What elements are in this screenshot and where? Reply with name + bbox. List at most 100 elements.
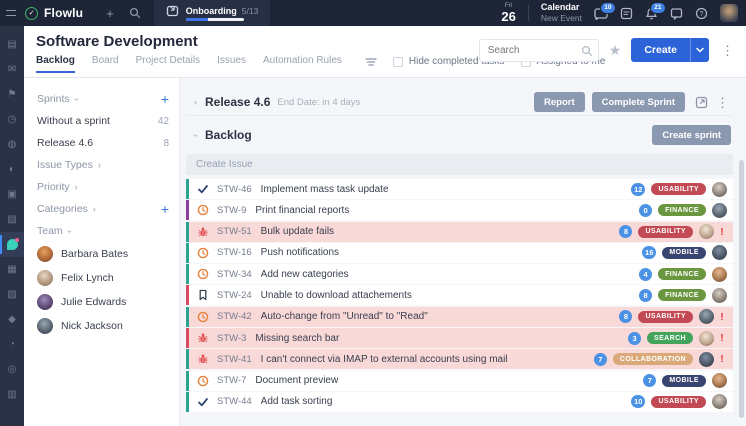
issue-title[interactable]: Bulk update fails (261, 226, 620, 237)
assignee-avatar[interactable] (712, 245, 727, 260)
issue-row-stw-42[interactable]: STW-42Auto-change from "Unread" to "Read… (186, 307, 733, 327)
issue-types-section-toggle[interactable]: Issue Types› (37, 159, 101, 171)
header-more-menu[interactable]: ⋮ (719, 42, 736, 59)
issue-row-stw-34[interactable]: STW-34Add new categories4FINANCE (186, 264, 733, 284)
category-tag[interactable]: MOBILE (662, 247, 706, 259)
category-tag[interactable]: COLLABORATION (613, 353, 693, 365)
category-tag[interactable]: SEARCH (647, 332, 693, 344)
report-button[interactable]: Report (534, 92, 585, 112)
sprints-section-toggle[interactable]: Sprints› (37, 93, 78, 105)
rail-item-agile-projects[interactable] (0, 232, 24, 257)
issue-title[interactable]: Missing search bar (255, 333, 628, 344)
assignee-avatar[interactable] (712, 203, 727, 218)
assignee-avatar[interactable] (712, 267, 727, 282)
issue-title[interactable]: Unable to download attachements (261, 290, 639, 301)
category-tag[interactable]: USABILITY (638, 311, 693, 323)
team-section-toggle[interactable]: Team› (37, 225, 71, 237)
assignee-avatar[interactable] (712, 182, 727, 197)
chevron-down-icon[interactable]: › (191, 134, 200, 137)
team-member-barbara-bates[interactable]: Barbara Bates (37, 242, 169, 266)
messages-button[interactable]: 10 (594, 7, 608, 20)
vertical-scrollbar[interactable] (739, 160, 744, 418)
issue-title[interactable]: Document preview (255, 375, 643, 386)
checkbox[interactable] (393, 57, 403, 67)
category-tag[interactable]: FINANCE (658, 204, 706, 216)
notes-button[interactable] (620, 7, 633, 20)
sprint-item-without-a-sprint[interactable]: Without a sprint42 (37, 110, 169, 132)
issue-title[interactable]: I can't connect via IMAP to external acc… (261, 354, 594, 365)
sort-filter-icon[interactable] (365, 57, 377, 67)
rail-item-finance[interactable]: ◐ (0, 157, 24, 182)
tab-project-details[interactable]: Project Details (136, 55, 200, 73)
assignee-avatar[interactable] (712, 373, 727, 388)
rail-item-mail[interactable]: ✉ (0, 57, 24, 82)
chat-button[interactable] (670, 7, 683, 20)
team-member-julie-edwards[interactable]: Julie Edwards (37, 290, 169, 314)
issue-row-stw-46[interactable]: STW-46Implement mass task update12USABIL… (186, 179, 733, 199)
create-sprint-button[interactable]: Create sprint (652, 125, 731, 145)
issue-row-stw-9[interactable]: STW-9Print financial reports0FINANCE (186, 200, 733, 220)
issue-row-stw-24[interactable]: STW-24Unable to download attachements8FI… (186, 285, 733, 305)
rail-item-settings[interactable]: ▥ (0, 382, 24, 407)
rail-item-tasks[interactable]: ◷ (0, 107, 24, 132)
assignee-avatar[interactable] (699, 309, 714, 324)
new-event-link[interactable]: New Event (541, 13, 582, 24)
add-sprint-button[interactable]: + (161, 92, 169, 106)
rail-item-documents[interactable]: ▧ (0, 207, 24, 232)
categories-section-toggle[interactable]: Categories› (37, 203, 96, 215)
team-member-felix-lynch[interactable]: Felix Lynch (37, 266, 169, 290)
add-category-button[interactable]: + (161, 202, 169, 216)
rail-item-apps[interactable]: ▨ (0, 282, 24, 307)
assignee-avatar[interactable] (712, 288, 727, 303)
create-issue-input[interactable]: Create Issue (186, 154, 733, 175)
category-tag[interactable]: USABILITY (638, 226, 693, 238)
tab-backlog[interactable]: Backlog (36, 55, 75, 73)
rail-item-reports[interactable]: ▦ (0, 257, 24, 282)
onboarding-widget[interactable]: Onboarding 5/13 (154, 0, 271, 26)
category-tag[interactable]: MOBILE (662, 375, 706, 387)
brand-name[interactable]: Flowlu (44, 6, 83, 20)
team-member-nick-jackson[interactable]: Nick Jackson (37, 314, 169, 338)
category-tag[interactable]: USABILITY (651, 396, 706, 408)
open-sprint-icon[interactable] (695, 96, 708, 109)
tab-board[interactable]: Board (92, 55, 119, 73)
search-icon[interactable] (129, 7, 141, 19)
release-more-menu[interactable]: ⋮ (714, 94, 731, 111)
category-tag[interactable]: FINANCE (658, 289, 706, 301)
rail-item-crm[interactable]: ⚑ (0, 82, 24, 107)
calendar-widget[interactable]: Calendar New Event (541, 2, 582, 24)
rail-item-knowledge[interactable]: ◎ (0, 357, 24, 382)
date-widget[interactable]: Fri 26 (501, 3, 515, 23)
chevron-right-icon[interactable]: › (194, 98, 197, 107)
sprint-item-release-4.6[interactable]: Release 4.68 (37, 132, 169, 154)
assignee-avatar[interactable] (699, 224, 714, 239)
priority-section-toggle[interactable]: Priority› (37, 181, 78, 193)
category-tag[interactable]: FINANCE (658, 268, 706, 280)
category-tag[interactable]: USABILITY (651, 183, 706, 195)
issue-row-stw-51[interactable]: STW-51Bulk update fails8USABILITY! (186, 222, 733, 242)
issue-title[interactable]: Implement mass task update (261, 184, 631, 195)
issue-row-stw-44[interactable]: STW-44Add task sorting10USABILITY (186, 392, 733, 412)
rail-item-team[interactable]: ◍ (0, 132, 24, 157)
assignee-avatar[interactable] (699, 331, 714, 346)
issue-title[interactable]: Print financial reports (255, 205, 639, 216)
issue-title[interactable]: Add new categories (261, 269, 639, 280)
release-title[interactable]: Release 4.6 (205, 95, 270, 109)
create-dropdown-caret[interactable] (690, 38, 709, 62)
issue-row-stw-3[interactable]: STW-3Missing search bar3SEARCH! (186, 328, 733, 348)
issue-row-stw-7[interactable]: STW-7Document preview7MOBILE (186, 371, 733, 391)
flowlu-logo-icon[interactable]: ✓ (25, 7, 38, 20)
issue-title[interactable]: Push notifications (261, 247, 642, 258)
rail-item-products[interactable]: ▣ (0, 182, 24, 207)
create-button[interactable]: Create (631, 38, 690, 62)
user-avatar[interactable] (720, 4, 738, 22)
tab-issues[interactable]: Issues (217, 55, 246, 73)
assignee-avatar[interactable] (712, 394, 727, 409)
notifications-button[interactable]: 21 (645, 7, 658, 20)
quick-add-icon[interactable]: + (106, 7, 114, 20)
assignee-avatar[interactable] (699, 352, 714, 367)
issue-row-stw-41[interactable]: STW-41I can't connect via IMAP to extern… (186, 349, 733, 369)
rail-item-automation[interactable]: ◆ (0, 307, 24, 332)
complete-sprint-button[interactable]: Complete Sprint (592, 92, 685, 112)
rail-item-dashboard[interactable]: ▤ (0, 32, 24, 57)
